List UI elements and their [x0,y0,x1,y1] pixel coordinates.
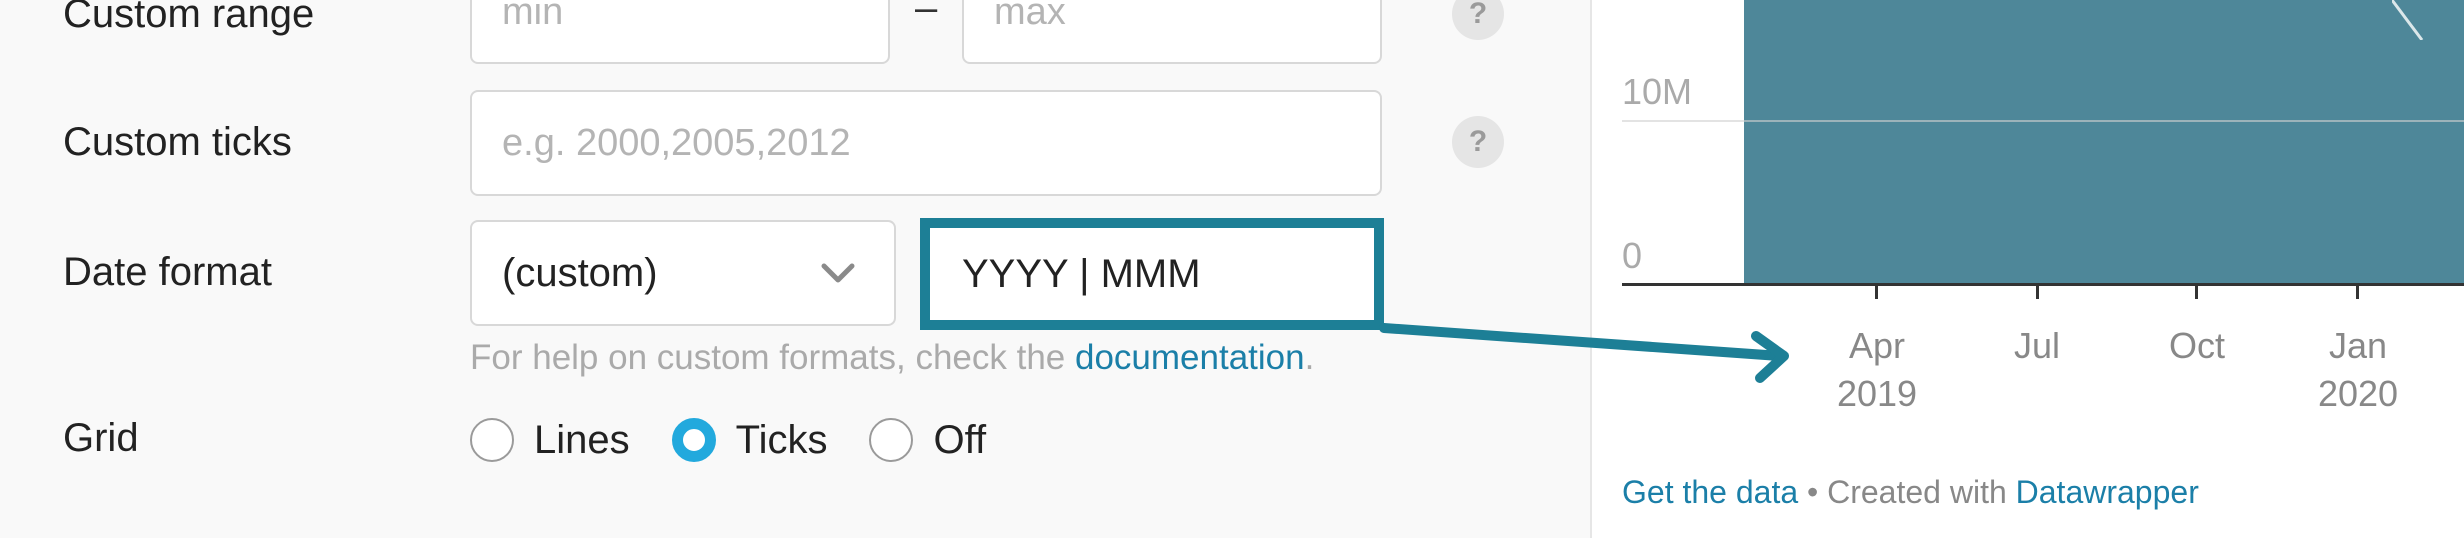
x-tick-jul [2036,285,2039,299]
date-format-select[interactable]: (custom) [470,220,896,326]
custom-ticks-help-icon[interactable]: ? [1452,116,1504,168]
range-max-input[interactable]: max [962,0,1382,64]
x-tick-label-jul: Jul [1967,322,2107,370]
chart-settings-panel: Custom range min – max ? Custom ticks e.… [0,0,1590,538]
custom-ticks-input[interactable]: e.g. 2000,2005,2012 [470,90,1382,196]
date-format-select-value: (custom) [502,250,658,295]
grid-option-off[interactable]: Off [869,418,986,462]
radio-checked-icon[interactable] [671,418,716,462]
area-series [1744,0,2464,284]
range-separator: – [915,0,938,30]
custom-range-label: Custom range [63,0,315,36]
x-tick-month: Oct [2168,325,2225,366]
x-tick-oct [2195,285,2198,299]
grid-option-ticks[interactable]: Ticks [671,418,828,462]
chart-footer: Get the data • Created with Datawrapper [1622,476,2199,508]
custom-ticks-label: Custom ticks [63,120,292,164]
chart-preview: 10M 0 Apr 2019 Jul Oct Jan 2020 Get the … [1592,0,2464,538]
grid-option-label: Lines [534,418,630,462]
x-tick-apr [1875,285,1878,299]
x-tick-year: 2019 [1836,373,1918,414]
series-line-edge [2392,0,2424,40]
grid-option-lines[interactable]: Lines [470,418,630,462]
custom-range-help-icon[interactable]: ? [1452,0,1504,40]
date-format-hint: For help on custom formats, check the do… [470,340,1314,375]
y-tick-label-0: 0 [1622,235,1643,276]
radio-unchecked-icon[interactable] [869,418,914,462]
y-tick-label-10m: 10M [1622,71,1693,112]
range-min-input[interactable]: min [470,0,890,64]
x-tick-label-jan: Jan 2020 [2288,322,2428,418]
x-tick-jan [2356,285,2359,299]
date-format-custom-input[interactable]: YYYY | MMM [920,218,1384,330]
gridline-10m [1622,120,2464,122]
datawrapper-link[interactable]: Datawrapper [2016,474,2199,510]
footer-bullet: • [1807,474,1819,510]
x-tick-year: 2020 [2317,373,2399,414]
hint-suffix: . [1304,338,1315,377]
x-tick-label-apr: Apr 2019 [1807,322,1947,418]
x-axis-baseline [1622,283,2464,286]
hint-prefix: For help on custom formats, check the [470,338,1075,377]
x-tick-label-oct: Oct [2127,322,2267,370]
documentation-link[interactable]: documentation [1075,338,1305,377]
x-tick-month: Jul [2013,325,2061,366]
date-format-label: Date format [63,250,272,294]
chevron-down-icon [821,263,855,283]
get-data-link[interactable]: Get the data [1622,474,1798,510]
created-with-text: Created with [1827,474,2007,510]
grid-radio-group: Lines Ticks Off [470,412,1028,468]
radio-unchecked-icon[interactable] [470,418,514,462]
x-tick-month: Apr [1848,325,1906,366]
x-tick-month: Jan [2328,325,2388,366]
grid-label: Grid [63,416,139,460]
grid-option-label: Off [933,418,987,462]
grid-option-label: Ticks [735,418,828,462]
